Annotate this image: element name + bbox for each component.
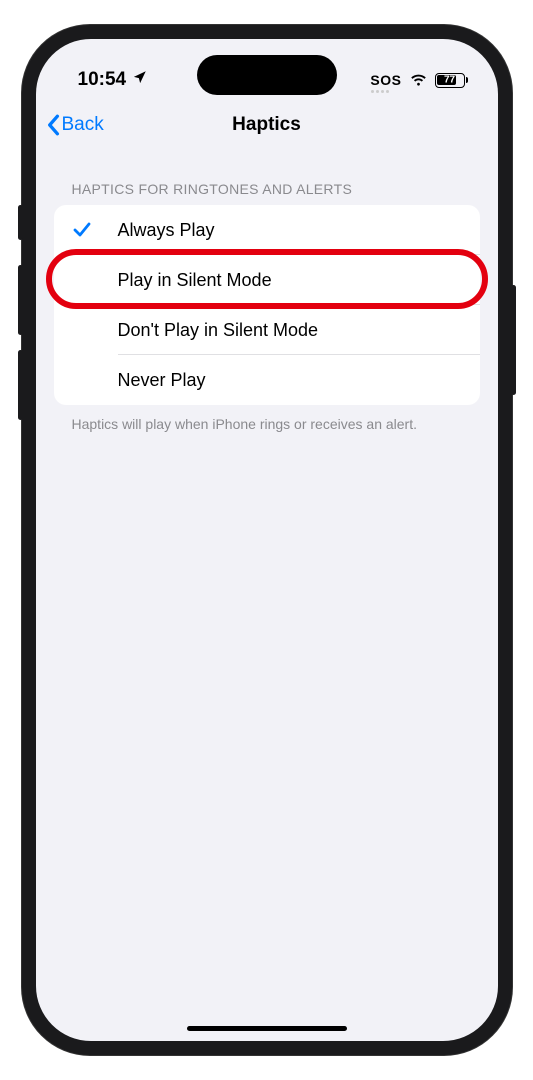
back-button[interactable]: Back — [46, 114, 104, 136]
back-label: Back — [62, 114, 104, 136]
option-label: Never Play — [118, 370, 206, 391]
check-column — [72, 221, 118, 239]
chevron-left-icon — [46, 114, 60, 136]
status-left: 10:54 — [78, 69, 148, 91]
options-list: Always Play Play in Silent Mode Don't Play… — [54, 205, 480, 405]
wifi-icon — [409, 73, 428, 87]
screen: 10:54 SOS 77 — [36, 39, 498, 1041]
side-button — [18, 350, 23, 420]
status-right: SOS 77 — [370, 72, 467, 88]
option-row[interactable]: Play in Silent Mode — [54, 255, 480, 305]
side-button — [511, 285, 516, 395]
option-label: Always Play — [118, 220, 215, 241]
option-row[interactable]: Never Play — [54, 355, 480, 405]
home-indicator[interactable] — [187, 1026, 347, 1031]
section-header: HAPTICS FOR RINGTONES AND ALERTS — [54, 151, 480, 205]
status-time: 10:54 — [78, 69, 127, 91]
side-button — [18, 265, 23, 335]
checkmark-icon — [72, 221, 92, 239]
option-label: Don't Play in Silent Mode — [118, 320, 319, 341]
phone-frame: 10:54 SOS 77 — [22, 25, 512, 1055]
page-title: Haptics — [232, 114, 301, 136]
battery-icon: 77 — [435, 73, 468, 88]
option-label: Play in Silent Mode — [118, 270, 272, 291]
dynamic-island — [197, 55, 337, 95]
location-icon — [132, 69, 147, 91]
sos-indicator: SOS — [370, 72, 401, 88]
option-row[interactable]: Always Play — [54, 205, 480, 255]
section-footer: Haptics will play when iPhone rings or r… — [54, 405, 480, 435]
side-button — [18, 205, 23, 240]
content-area: HAPTICS FOR RINGTONES AND ALERTS Always … — [36, 151, 498, 435]
option-row[interactable]: Don't Play in Silent Mode — [54, 305, 480, 355]
nav-bar: Back Haptics — [36, 99, 498, 151]
